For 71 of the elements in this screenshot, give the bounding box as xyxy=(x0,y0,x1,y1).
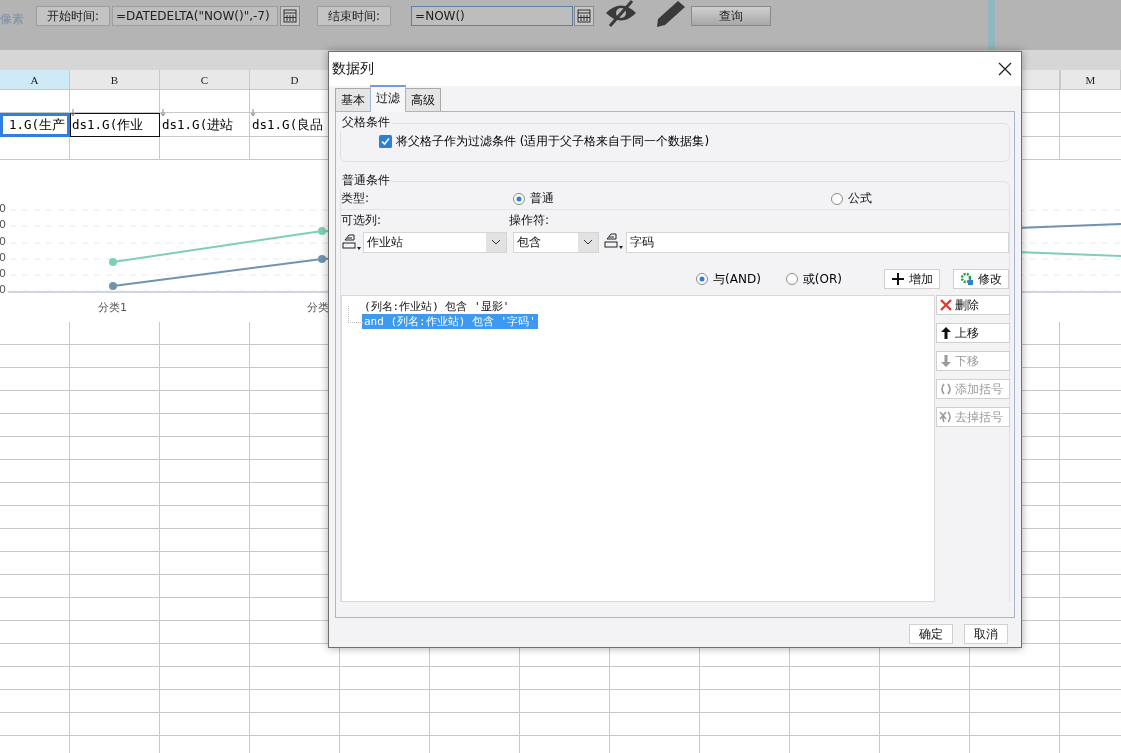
axis-label: 0 xyxy=(0,251,6,264)
value-field[interactable]: 字码 xyxy=(626,231,1009,253)
radio-button[interactable] xyxy=(785,273,798,285)
column-label: 可选列: xyxy=(341,212,383,229)
up-button[interactable]: 上移 xyxy=(936,323,1010,343)
radio-label: 普通 xyxy=(530,190,554,207)
axis-label: 分类1 xyxy=(98,300,127,315)
operator-select[interactable]: 包含 xyxy=(513,231,599,253)
delete-button[interactable]: 删除 xyxy=(936,295,1010,315)
calendar-icon[interactable] xyxy=(574,6,595,26)
arrow-up-icon xyxy=(939,326,953,340)
end-time-field[interactable]: =NOW() xyxy=(411,6,574,26)
radio-label: 公式 xyxy=(848,190,872,207)
calendar-icon[interactable] xyxy=(280,6,301,26)
table-cell[interactable]: 1.G(生产 xyxy=(0,113,70,137)
section-title: 普通条件 xyxy=(340,172,392,189)
dialog-button[interactable]: 取消 xyxy=(964,624,1008,644)
column-header[interactable]: A xyxy=(0,70,70,89)
axis-label: 0 xyxy=(0,283,6,296)
condition-item[interactable]: (列名:作业站) 包含 '显影' xyxy=(362,299,512,314)
type-label: 类型: xyxy=(341,190,371,207)
radio-option[interactable]: 与(AND) xyxy=(696,270,761,288)
radio-label: 或(OR) xyxy=(802,270,842,288)
table-cell[interactable]: ds1.G(进站 xyxy=(160,113,250,137)
plus-icon xyxy=(891,272,905,286)
caret-icon xyxy=(583,239,593,245)
column-select[interactable]: 作业站 xyxy=(363,231,507,253)
data-type-icon[interactable] xyxy=(603,230,625,251)
add-button[interactable]: 增加 xyxy=(884,269,940,289)
expand-arrow-icon xyxy=(250,109,256,117)
parentheses-icon xyxy=(939,382,953,396)
expand-arrow-icon xyxy=(70,109,76,117)
axis-label: 0 xyxy=(0,235,6,248)
end-time-label: 结束时间: xyxy=(317,6,392,26)
radio-label: 与(AND) xyxy=(713,270,761,288)
start-time-label: 开始时间: xyxy=(36,6,111,26)
radio-option[interactable]: 或(OR) xyxy=(785,270,842,288)
tab[interactable]: 高级 xyxy=(405,88,441,111)
checkbox-label: 将父格子作为过滤条件 (适用于父子格来自于同一个数据集) xyxy=(396,133,710,150)
column-header[interactable]: C xyxy=(160,70,250,89)
axis-label: 0 xyxy=(0,202,6,215)
arrow-down-icon xyxy=(939,354,953,368)
radio-option[interactable]: 普通 xyxy=(513,190,831,207)
dialog-button[interactable]: 确定 xyxy=(909,624,953,644)
column-header[interactable]: B xyxy=(70,70,160,89)
radio-button[interactable] xyxy=(831,192,843,205)
radio-option[interactable]: 公式 xyxy=(831,190,872,207)
tab[interactable]: 基本 xyxy=(335,88,371,111)
checkbox[interactable] xyxy=(379,135,392,148)
close-icon[interactable] xyxy=(997,61,1013,77)
radio-button[interactable] xyxy=(513,192,525,205)
remove-parentheses-icon xyxy=(939,410,953,424)
tab[interactable]: 过滤 xyxy=(370,85,406,112)
gear-icon xyxy=(960,272,974,286)
query-button[interactable]: 查询 xyxy=(691,6,772,26)
column-header[interactable]: M xyxy=(1060,70,1121,89)
start-time-field[interactable]: =DATEDELTA("NOW()",-7) xyxy=(112,6,279,26)
axis-label: 0 xyxy=(0,267,6,280)
pencil-icon[interactable] xyxy=(654,0,687,28)
table-cell[interactable]: ds1.G(作业 xyxy=(70,113,160,137)
radio-button[interactable] xyxy=(696,273,709,285)
table-cell[interactable]: ds1.G(良品 xyxy=(250,113,340,137)
data-type-icon[interactable] xyxy=(341,232,363,252)
operator-label: 操作符: xyxy=(509,212,550,229)
caret-icon xyxy=(491,239,501,245)
expand-arrow-icon xyxy=(160,109,166,117)
axis-label: 分类 xyxy=(307,300,329,315)
section-title: 父格条件 xyxy=(340,114,392,131)
axis-label: 0 xyxy=(0,218,6,231)
modify-button[interactable]: 修改 xyxy=(953,269,1009,289)
close-icon xyxy=(939,298,953,312)
